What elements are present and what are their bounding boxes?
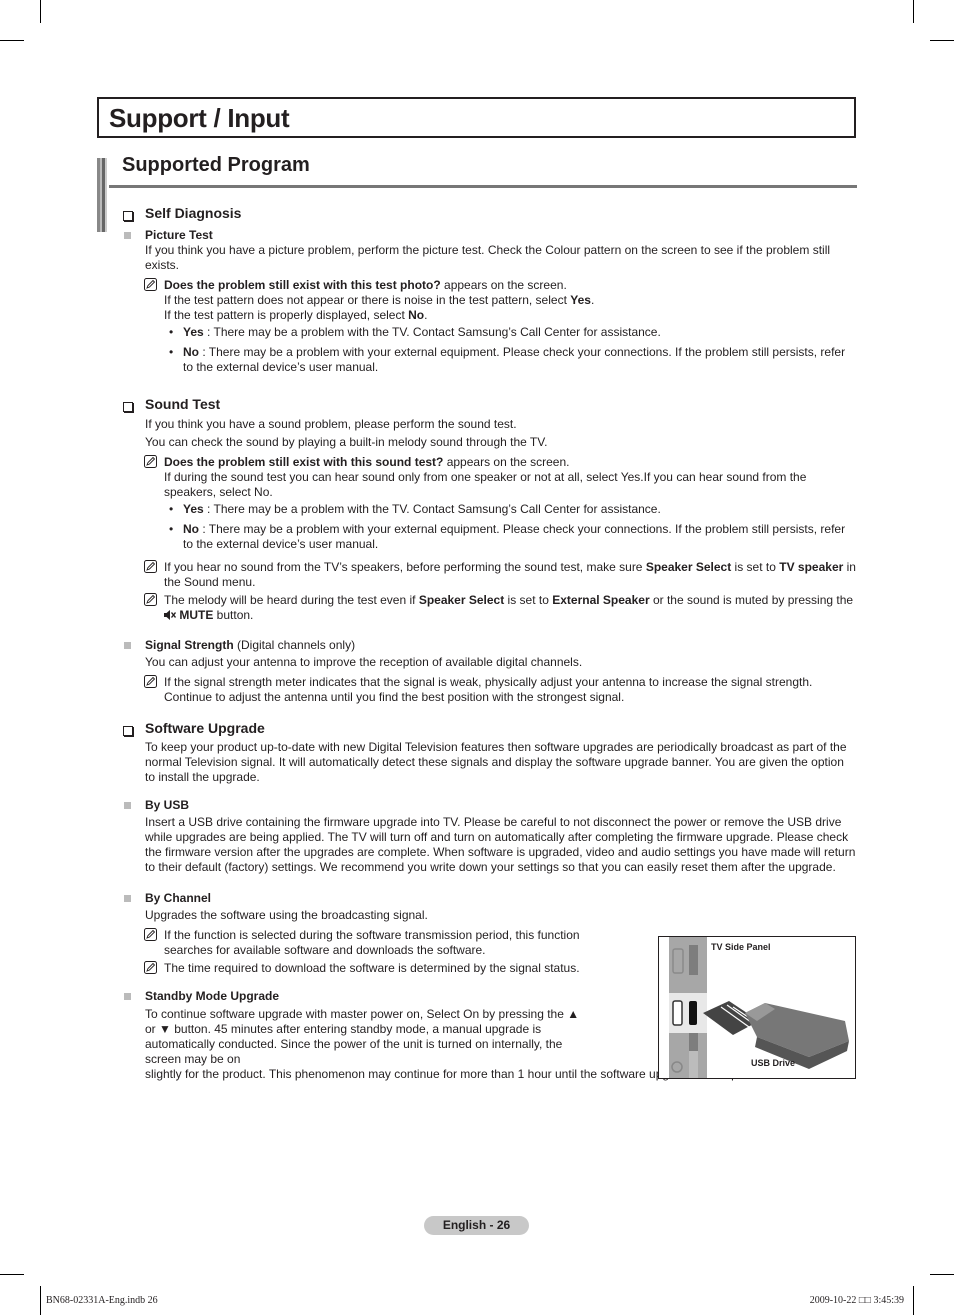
mute-icon (164, 610, 177, 620)
crop-mark (0, 40, 24, 41)
heading-software-upgrade: Software Upgrade (122, 721, 858, 736)
note: The melody will be heard during the test… (122, 593, 858, 623)
note: The time required to download the softwa… (122, 961, 592, 976)
square-bullet-icon (124, 642, 131, 649)
picture-test-intro: If you think you have a picture problem,… (145, 243, 831, 272)
heading-signal-strength: Signal Strength (Digital channels only) (122, 638, 858, 653)
note: If you hear no sound from the TV’s speak… (122, 560, 858, 590)
usb-drive-label: USB Drive (751, 1058, 796, 1068)
heading-sound-test: Sound Test (122, 397, 858, 412)
heading-standby-mode-upgrade: Standby Mode Upgrade (122, 989, 592, 1004)
page-number-badge: English - 26 (424, 1216, 529, 1235)
crop-mark (0, 1274, 24, 1275)
note-pencil-icon (144, 593, 157, 606)
square-bullet-icon (124, 895, 131, 902)
note-pencil-icon (144, 675, 157, 688)
crop-mark (913, 1286, 914, 1315)
tv-side-panel-illustration (669, 937, 849, 1078)
heading-picture-test: Picture Test (122, 228, 858, 243)
bullet-item: • Yes : There may be a problem with the T… (169, 325, 661, 339)
heading-by-channel: By Channel (122, 891, 858, 906)
note: If the signal strength meter indicates t… (122, 675, 858, 705)
signal-strength-text: You can adjust your antenna to improve t… (145, 655, 583, 669)
note: If the function is selected during the s… (122, 928, 592, 958)
section-divider (109, 185, 857, 188)
crop-mark (913, 0, 914, 23)
checkbox-square-icon (123, 211, 133, 221)
square-bullet-icon (124, 802, 131, 809)
square-bullet-icon (124, 232, 131, 239)
bullet-item: • Yes : There may be a problem with the T… (169, 502, 661, 516)
note-pencil-icon (144, 455, 157, 468)
note-pencil-icon (144, 961, 157, 974)
bullet-item: • No : There may be a problem with your e… (169, 522, 846, 551)
crop-mark (40, 0, 41, 23)
heading-self-diagnosis: Self Diagnosis (122, 206, 858, 221)
software-upgrade-intro: To keep your product up-to-date with new… (145, 740, 847, 784)
checkbox-square-icon (123, 402, 133, 412)
note-pencil-icon (144, 928, 157, 941)
page-title: Support / Input (109, 103, 290, 133)
by-usb-text: Insert a USB drive containing the firmwa… (145, 815, 856, 874)
footer-file-info: BN68-02331A-Eng.indb 26 (46, 1295, 158, 1306)
crop-mark (930, 1274, 954, 1275)
sound-test-line: If you think you have a sound problem, p… (145, 417, 517, 431)
page-title-box: Support / Input (97, 97, 856, 138)
section-side-bars (97, 158, 109, 232)
square-bullet-icon (124, 993, 131, 1000)
crop-mark (930, 40, 954, 41)
usb-figure: TV Side Panel USB Drive (658, 936, 856, 1079)
checkbox-square-icon (123, 726, 133, 736)
sound-test-line: You can check the sound by playing a bui… (145, 435, 548, 449)
bullet-item: • No : There may be a problem with your e… (169, 345, 846, 374)
crop-mark (40, 1286, 41, 1315)
footer-timestamp: 2009-10-22 □□ 3:45:39 (809, 1295, 904, 1306)
note: Does the problem still exist with this s… (122, 455, 858, 500)
section-title: Supported Program (122, 154, 310, 176)
note-pencil-icon (144, 560, 157, 573)
standby-text: To continue software upgrade with master… (145, 1007, 580, 1066)
heading-by-usb: By USB (122, 798, 858, 813)
note: Does the problem still exist with this t… (122, 278, 858, 323)
tv-side-panel-label: TV Side Panel (711, 942, 771, 952)
by-channel-text: Upgrades the software using the broadcas… (145, 908, 428, 922)
note-pencil-icon (144, 278, 157, 291)
